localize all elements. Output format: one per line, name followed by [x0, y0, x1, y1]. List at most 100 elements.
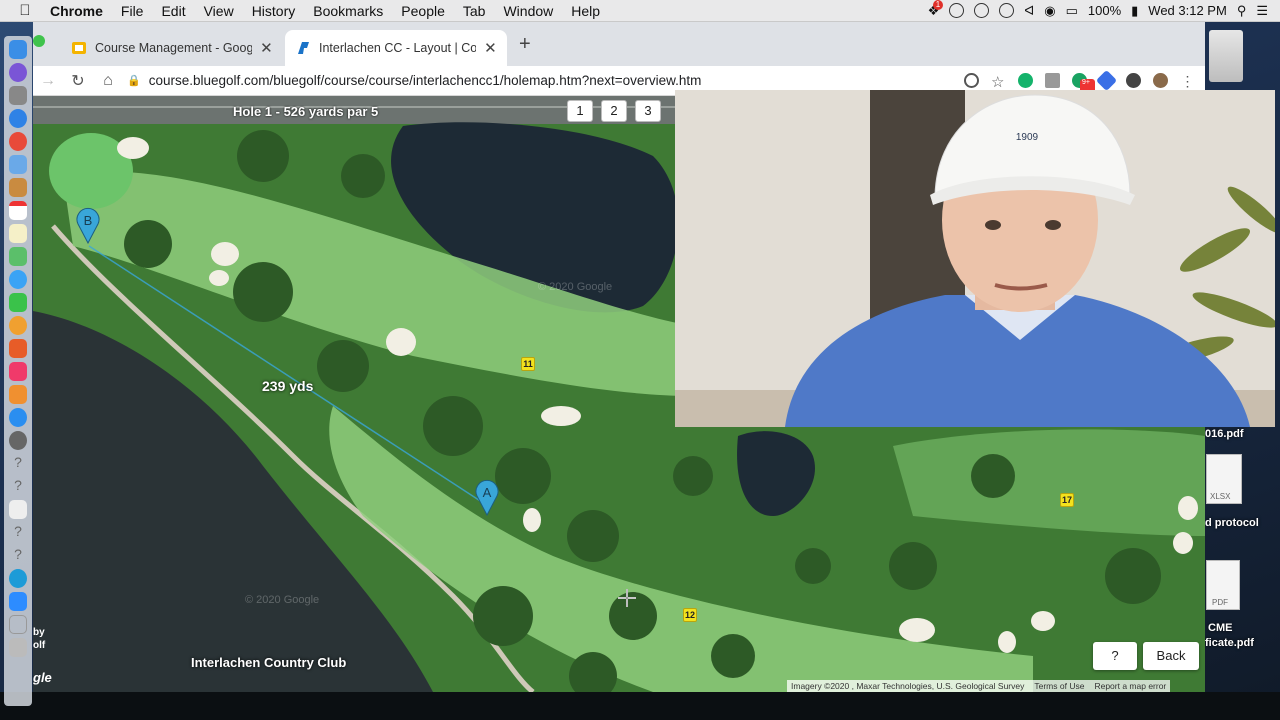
- report-map-error-link[interactable]: Report a map error: [1094, 680, 1166, 692]
- wifi-icon[interactable]: ◉: [1044, 3, 1055, 19]
- system-preferences-icon[interactable]: [9, 431, 27, 450]
- bluegolf-logo-fragment: by olf: [33, 627, 46, 651]
- app-store-icon[interactable]: [9, 408, 27, 427]
- extension-circle-icon[interactable]: [1126, 73, 1141, 88]
- menu-help[interactable]: Help: [562, 0, 609, 22]
- battery-icon[interactable]: ▮: [1131, 3, 1138, 19]
- back-button[interactable]: Back: [1143, 642, 1199, 670]
- clock[interactable]: Wed 3:12 PM: [1148, 3, 1227, 18]
- profile-avatar[interactable]: [1153, 73, 1168, 88]
- sync-icon[interactable]: [974, 3, 990, 18]
- maximize-window-button[interactable]: [33, 35, 45, 47]
- unknown-app-icon[interactable]: ?: [9, 454, 27, 473]
- desktop-file-label[interactable]: 016.pdf: [1205, 428, 1244, 440]
- menu-history[interactable]: History: [243, 0, 305, 22]
- tab-interlachen-layout[interactable]: Interlachen CC - Layout | Cour ✕: [285, 30, 507, 66]
- menu-app-name[interactable]: Chrome: [50, 0, 112, 22]
- home-icon[interactable]: ⌂: [93, 72, 123, 90]
- google-logo[interactable]: gle: [33, 670, 52, 685]
- close-tab-icon[interactable]: ✕: [260, 39, 273, 57]
- mail-icon[interactable]: [9, 155, 27, 174]
- menu-edit[interactable]: Edit: [152, 0, 194, 22]
- siri-icon[interactable]: [9, 63, 27, 82]
- calendar-icon[interactable]: [9, 201, 27, 220]
- menu-file[interactable]: File: [112, 0, 153, 22]
- hole-number-marker[interactable]: 12: [683, 608, 697, 622]
- battery-percent[interactable]: 100%: [1088, 3, 1121, 18]
- music-icon[interactable]: [9, 362, 27, 381]
- desktop-file-label[interactable]: d protocol: [1205, 517, 1259, 529]
- marker-b-label: B: [84, 213, 93, 228]
- menu-tab[interactable]: Tab: [454, 0, 495, 22]
- menu-view[interactable]: View: [195, 0, 243, 22]
- unknown-app-icon[interactable]: ?: [9, 523, 27, 542]
- unknown-app-icon[interactable]: ?: [9, 546, 27, 565]
- bunker: [1178, 496, 1198, 520]
- facetime-icon[interactable]: [9, 293, 27, 312]
- tab-course-management[interactable]: Course Management - Google ✕: [61, 30, 283, 66]
- hole-button-1[interactable]: 1: [567, 100, 593, 122]
- forward-arrow-icon[interactable]: →: [33, 72, 63, 90]
- chrome-menu-icon[interactable]: ⋮: [1180, 73, 1195, 89]
- preview-icon[interactable]: [9, 500, 27, 519]
- safari-icon[interactable]: [9, 109, 27, 128]
- reload-icon[interactable]: ↻: [63, 71, 93, 91]
- dropbox-icon[interactable]: ❖ 1: [928, 0, 944, 19]
- trash-icon[interactable]: [9, 638, 27, 657]
- maps-icon[interactable]: [9, 247, 27, 266]
- extension-w-icon[interactable]: [1045, 73, 1060, 88]
- menu-bookmarks[interactable]: Bookmarks: [304, 0, 392, 22]
- bunker: [1173, 532, 1193, 554]
- bunker: [1031, 611, 1055, 631]
- xlsx-file-icon[interactable]: XLSX: [1206, 454, 1242, 504]
- menu-people[interactable]: People: [392, 0, 454, 22]
- contacts-icon[interactable]: [9, 178, 27, 197]
- terms-of-use-link[interactable]: Terms of Use: [1034, 680, 1084, 692]
- help-button[interactable]: ?: [1093, 642, 1137, 670]
- do-not-disturb-icon[interactable]: [999, 3, 1015, 18]
- numbers-icon[interactable]: [9, 339, 27, 358]
- apple-menu-icon[interactable]: : [0, 2, 50, 19]
- notification-center-icon[interactable]: ☰: [1256, 3, 1268, 19]
- menu-window[interactable]: Window: [494, 0, 562, 22]
- location-icon[interactable]: [964, 73, 979, 88]
- bookmark-star-icon[interactable]: ☆: [991, 73, 1006, 91]
- desktop-file-label[interactable]: CME: [1208, 622, 1232, 634]
- books-icon[interactable]: [9, 385, 27, 404]
- chrome-icon[interactable]: [9, 132, 27, 151]
- launchpad-icon[interactable]: [9, 86, 27, 105]
- extension-badge-icon[interactable]: 9+: [1072, 73, 1095, 94]
- hole-button-2[interactable]: 2: [601, 100, 627, 122]
- photos-icon[interactable]: [9, 316, 27, 335]
- new-tab-button[interactable]: +: [519, 34, 531, 54]
- skype-icon[interactable]: [9, 569, 27, 588]
- dock: ? ? ? ?: [4, 36, 32, 706]
- pdf-file-icon[interactable]: PDF: [1206, 560, 1240, 610]
- extensions-area: ☆ 9+ ⋮: [964, 69, 1205, 94]
- close-tab-icon[interactable]: ✕: [484, 39, 497, 57]
- hole-number-marker[interactable]: 11: [521, 357, 535, 371]
- crosshair-cursor-icon: [618, 589, 636, 607]
- tab-title: Interlachen CC - Layout | Cour: [319, 41, 476, 55]
- drive-icon[interactable]: [1209, 30, 1243, 82]
- zoom-icon[interactable]: [9, 592, 27, 611]
- desktop-bottom-strip: [0, 692, 1280, 720]
- spotlight-search-icon[interactable]: ⚲: [1237, 3, 1247, 19]
- unknown-app-icon[interactable]: ?: [9, 477, 27, 496]
- marker-b-pin[interactable]: B: [75, 206, 101, 244]
- bluetooth-icon[interactable]: ᐊ: [1024, 3, 1034, 19]
- globe-icon[interactable]: [949, 3, 965, 18]
- finder-icon[interactable]: [9, 40, 27, 59]
- grammarly-icon[interactable]: [1018, 73, 1033, 88]
- extension-diamond-icon[interactable]: [1095, 69, 1118, 92]
- desktop-file-label[interactable]: ficate.pdf: [1205, 637, 1254, 649]
- url-text[interactable]: course.bluegolf.com/bluegolf/course/cour…: [149, 73, 702, 88]
- hole-button-3[interactable]: 3: [635, 100, 661, 122]
- downloads-icon[interactable]: [9, 615, 27, 634]
- marker-a-label: A: [483, 485, 492, 500]
- airplay-icon[interactable]: ▭: [1066, 3, 1078, 19]
- messages-icon[interactable]: [9, 270, 27, 289]
- marker-a-pin[interactable]: A: [474, 478, 500, 516]
- notes-icon[interactable]: [9, 224, 27, 243]
- hole-number-marker[interactable]: 17: [1060, 493, 1074, 507]
